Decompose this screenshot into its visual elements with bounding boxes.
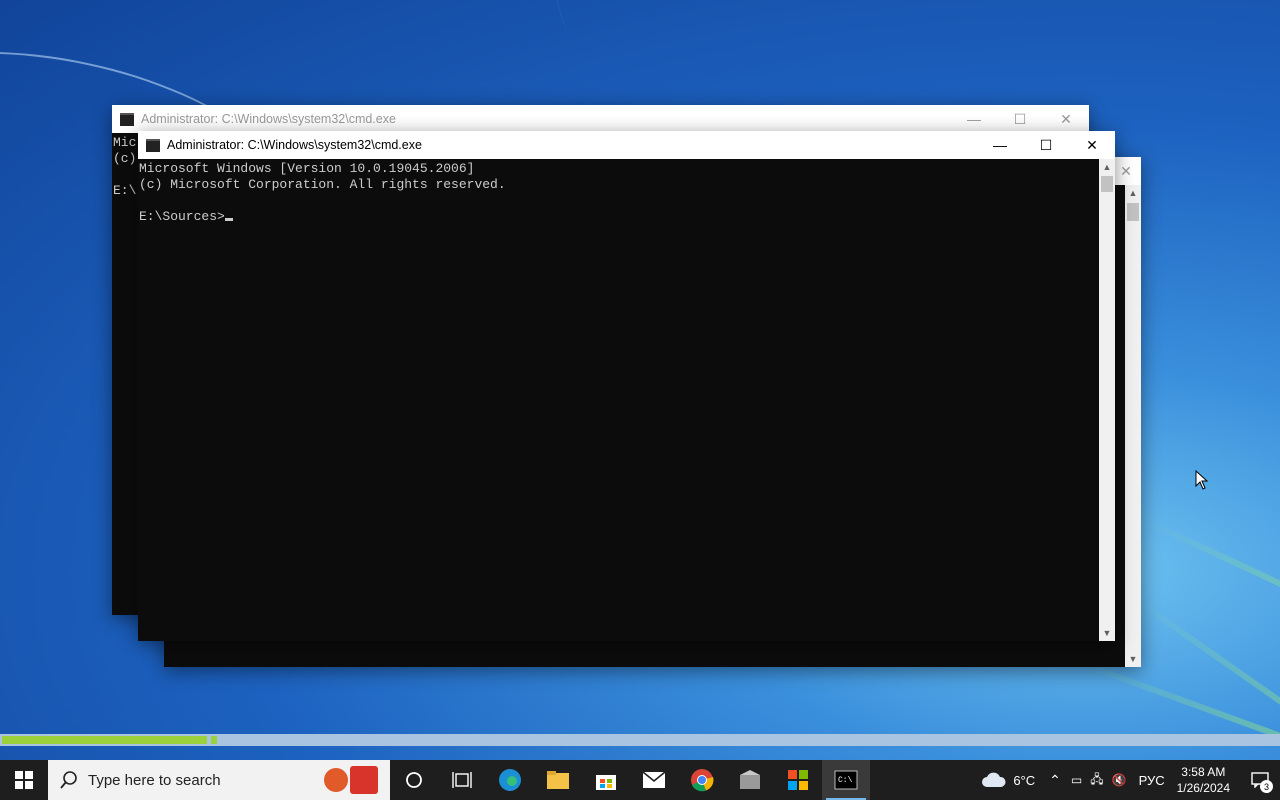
- scroll-thumb[interactable]: [1127, 203, 1139, 221]
- gift-icon: [350, 766, 378, 794]
- scroll-up-icon[interactable]: ▲: [1099, 159, 1115, 175]
- system-tray: 6°C ⌃ ▭ 🖧 🔇 РУС 3:58 AM 1/26/2024 3: [981, 760, 1280, 800]
- cmd-window-front[interactable]: Administrator: C:\Windows\system32\cmd.e…: [138, 131, 1115, 641]
- cortana-button[interactable]: [390, 760, 438, 800]
- weather-temperature[interactable]: 6°C: [1013, 773, 1035, 788]
- package-button[interactable]: [726, 760, 774, 800]
- search-placeholder: Type here to search: [88, 771, 221, 789]
- maximize-icon[interactable]: ☐: [1023, 131, 1069, 159]
- close-icon[interactable]: ✕: [1111, 157, 1141, 185]
- mail-icon: [642, 771, 666, 788]
- scroll-down-icon[interactable]: ▼: [1125, 651, 1141, 667]
- window-title: Administrator: C:\Windows\system32\cmd.e…: [141, 112, 396, 126]
- store-icon: [596, 775, 616, 790]
- clock[interactable]: 3:58 AM 1/26/2024: [1177, 764, 1230, 796]
- scroll-down-icon[interactable]: ▼: [1099, 625, 1115, 641]
- console-line: Microsoft Windows [Version 10.0.19045.20…: [139, 161, 475, 176]
- clock-date: 1/26/2024: [1176, 781, 1230, 795]
- chrome-icon: [691, 769, 714, 792]
- cmd-app-icon: [146, 138, 160, 152]
- package-icon: [740, 770, 760, 789]
- file-explorer-icon: [547, 771, 569, 789]
- cmd-icon: C:\: [834, 770, 858, 790]
- scrollbar[interactable]: ▲ ▼: [1125, 185, 1141, 667]
- cmd-app-icon: [120, 112, 134, 126]
- mail-button[interactable]: [630, 760, 678, 800]
- start-button[interactable]: [0, 760, 48, 800]
- scroll-thumb[interactable]: [1101, 176, 1113, 192]
- clock-time: 3:58 AM: [1181, 765, 1226, 779]
- scrollbar[interactable]: ▲ ▼: [1099, 159, 1115, 641]
- volume-muted-icon[interactable]: 🔇: [1112, 773, 1127, 787]
- console-line: (c): [113, 151, 137, 166]
- console-line: (c) Microsoft Corporation. All rights re…: [139, 177, 506, 192]
- minimize-icon[interactable]: —: [951, 105, 997, 133]
- cloud-icon: [982, 772, 1006, 787]
- progress-fill: [2, 736, 207, 744]
- network-icon[interactable]: 🖧: [1090, 770, 1103, 791]
- progress-marker: [211, 736, 217, 744]
- svg-text:C:\: C:\: [838, 776, 853, 785]
- window-title: Administrator: C:\Windows\system32\cmd.e…: [167, 138, 422, 152]
- console-line: E:\: [113, 183, 137, 198]
- task-view-button[interactable]: [438, 760, 486, 800]
- console-output[interactable]: Microsoft Windows [Version 10.0.19045.20…: [138, 159, 1099, 641]
- tablet-icon[interactable]: ▭: [1071, 773, 1082, 787]
- text-cursor: [224, 218, 233, 221]
- maximize-icon[interactable]: ☐: [997, 105, 1043, 133]
- cortana-circle-icon: [406, 772, 422, 788]
- windows-flag-icon: [788, 770, 808, 790]
- action-center-button[interactable]: 3: [1240, 760, 1280, 800]
- search-icon: [60, 771, 77, 789]
- scroll-up-icon[interactable]: ▲: [1125, 185, 1141, 201]
- chevron-up-icon[interactable]: ⌃: [1049, 772, 1061, 789]
- cmd-taskbar-button[interactable]: C:\: [822, 760, 870, 800]
- flowers-icon: [324, 768, 348, 792]
- task-view-icon: [452, 772, 472, 788]
- windows-flag-button[interactable]: [774, 760, 822, 800]
- edge-button[interactable]: [486, 760, 534, 800]
- close-icon[interactable]: ✕: [1043, 105, 1089, 133]
- language-indicator[interactable]: РУС: [1139, 773, 1165, 788]
- notification-count-badge: 3: [1260, 780, 1273, 793]
- chrome-button[interactable]: [678, 760, 726, 800]
- file-explorer-button[interactable]: [534, 760, 582, 800]
- search-input[interactable]: Type here to search: [48, 760, 390, 800]
- edge-icon: [499, 769, 521, 791]
- console-line: Mic: [113, 135, 137, 150]
- mouse-pointer-icon: [1195, 470, 1209, 490]
- windows-start-icon: [15, 771, 33, 789]
- store-button[interactable]: [582, 760, 630, 800]
- minimize-icon[interactable]: —: [977, 131, 1023, 159]
- taskbar: Type here to search C:\ 6°C ⌃ ▭ 🖧 🔇 РУС …: [0, 760, 1280, 800]
- close-icon[interactable]: ✕: [1069, 131, 1115, 159]
- console-prompt: E:\Sources>: [139, 209, 225, 224]
